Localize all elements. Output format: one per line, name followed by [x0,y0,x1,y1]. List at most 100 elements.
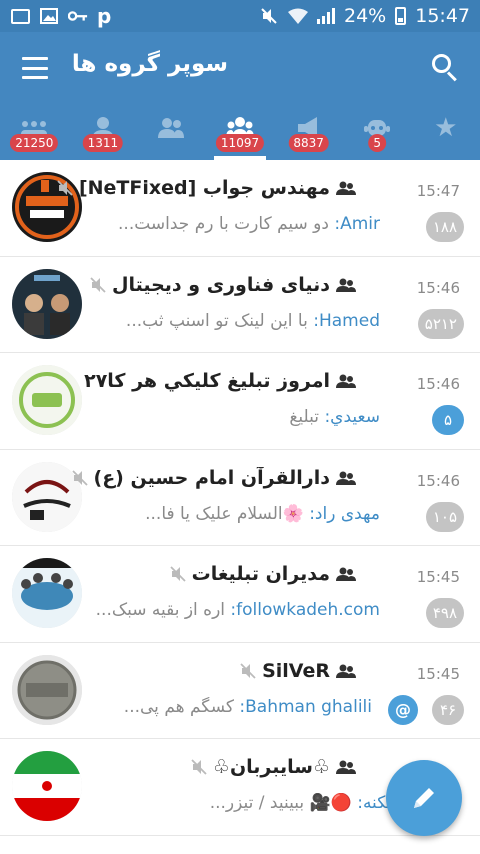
toolbar: سوپر گروه ها [0,32,480,106]
chat-preview: Bahman ghalili: کسگم هم پی... [92,697,372,717]
chat-row[interactable]: مدیران تبلیغات 15:45 followkadeh.com: ار… [0,546,480,643]
chat-message: با این لینک تو اسنپ ثب... [125,310,308,331]
group-icon [336,181,356,195]
chat-title: امروز تبلیغ کلیکي هر کا۲۷ [84,370,356,392]
chat-title-text: ♧سایبربان♧ [212,756,330,778]
status-bar-left: p [10,4,111,28]
battery-percent: 24% [344,5,387,27]
avatar [12,365,82,435]
unread-count-badge: ۴۶ [432,694,464,725]
chat-preview: Amir: دو سیم کارت با رم جداست... [94,214,380,234]
chat-title-text: دنیای فناوری و دیجیتال [111,273,330,296]
chat-title: دارالقرآن امام حسین (ع) [71,466,356,489]
chat-time: 15:45 [416,568,460,586]
image-icon [39,7,59,25]
chat-time: 15:46 [416,471,460,490]
group-icon [336,664,356,678]
chat-preview: Hamed: با این لینک تو اسنپ ثب... [94,311,380,331]
group-icon [336,374,356,388]
mute-icon [71,469,88,486]
chat-message: دو سیم کارت با رم جداست... [118,214,329,234]
tab-badge: 1311 [82,134,124,152]
screenshot-icon [10,7,30,25]
chat-row[interactable]: دنیای فناوری و دیجیتال 15:46 Hamed: با ا… [0,256,480,353]
mute-icon [57,180,73,196]
status-bar: p 24% 15:47 [0,0,480,32]
group-icon [157,116,185,140]
tab-badge: 21250 [10,134,59,152]
tab-supergroups[interactable]: 11097 [206,106,275,160]
chat-time: 15:46 [416,375,460,393]
chat-row[interactable]: مهندس جواب [NeTFixed] 15:47 Amir: دو سیم… [0,160,480,257]
chat-row[interactable]: SilVeR 15:45 Bahman ghalili: کسگم هم پی.… [0,642,480,739]
chat-title-text: مهندس جواب [NeTFixed] [78,177,330,199]
star-icon: ★ [434,113,458,143]
chat-title: مهندس جواب [NeTFixed] [57,177,356,199]
chat-row[interactable]: دارالقرآن امام حسین (ع) 15:46 مهدی راد: … [0,449,480,546]
unread-count-badge: ۱۸۸ [425,212,464,242]
battery-icon [395,7,407,25]
tab-bots[interactable]: 5 [343,106,412,160]
tab-groups[interactable] [137,106,206,160]
group-icon [336,760,356,774]
chat-sender: Amir: [334,214,380,234]
mute-icon [169,566,186,582]
unread-count-badge: ۵ [432,405,464,435]
chat-title: SilVeR [240,660,356,682]
chat-sender: Hamed: [313,310,380,331]
chat-preview: سعيدي: تبليغ [94,407,380,427]
chat-row[interactable]: امروز تبلیغ کلیکي هر کا۲۷ 15:46 سعيدي: ت… [0,353,480,450]
chat-sender: Bahman ghalili: [239,696,372,717]
group-icon [336,278,356,292]
search-icon[interactable] [432,54,460,82]
chat-list: مهندس جواب [NeTFixed] 15:47 Amir: دو سیم… [0,160,480,854]
chat-preview: followkadeh.com: اره از بقیه سبک... [94,600,380,620]
p-icon: p [97,4,112,28]
wifi-icon [288,7,308,25]
chat-time: 15:45 [416,664,460,683]
pencil-icon [414,788,434,808]
tab-users[interactable]: 1311 [69,106,138,160]
chat-title: دنیای فناوری و دیجیتال [90,274,356,296]
mute-icon [191,759,207,775]
chat-title-text: مدیران تبلیغات [191,563,330,585]
avatar [12,558,82,628]
chat-preview: مهدی راد: 🌸السلام علیک یا فا... [94,504,380,524]
mute-icon [90,276,106,293]
mention-badge: @ [388,694,418,725]
chat-title-text: امروز تبلیغ کلیکي هر کا۲۷ [84,370,330,392]
avatar [12,751,82,821]
mute-icon [240,662,256,679]
chat-title-text: SilVeR [262,659,330,682]
tab-badge: 11097 [215,134,265,152]
chat-sender: مهدی راد: [309,503,380,524]
chat-message: اره از بقیه سبک... [95,600,226,620]
chat-sender: followkadeh.com: [230,600,380,620]
unread-count-badge: ۱۰۵ [425,501,464,532]
status-bar-right: 24% 15:47 [259,5,470,27]
chat-title-text: دارالقرآن امام حسین (ع) [93,466,330,489]
chat-time: 15:46 [416,278,460,297]
group-icon [336,471,356,485]
tab-badge: 8837 [288,134,329,152]
tab-channels[interactable]: 8837 [274,106,343,160]
page-title: سوپر گروه ها [71,51,228,77]
unread-count-badge: ۴۹۸ [425,598,464,628]
tab-favorites[interactable]: ★ [411,106,480,160]
chat-message: 🌸السلام علیک یا فا... [145,503,304,524]
chat-message: 🔴🎥 ببینید / تیزر... [209,793,352,813]
unread-count-badge: ۵۲۱۲ [417,308,464,339]
tab-badge: 5 [368,134,386,152]
avatar [12,654,82,725]
hamburger-menu-icon[interactable] [22,57,48,79]
chat-title: ♧سایبربان♧ [191,756,356,778]
chat-title: مدیران تبلیغات [169,563,356,585]
compose-button[interactable] [386,760,462,836]
signal-icon [317,8,335,24]
chat-time: 15:47 [416,182,460,200]
chat-message: تبليغ [289,407,320,427]
chat-sender: سعيدي: [324,407,380,427]
folder-tabs: 21250 1311 11097 8837 5 ★ [0,106,480,160]
tab-all-chats[interactable]: 21250 [0,106,69,160]
key-icon [68,7,88,25]
